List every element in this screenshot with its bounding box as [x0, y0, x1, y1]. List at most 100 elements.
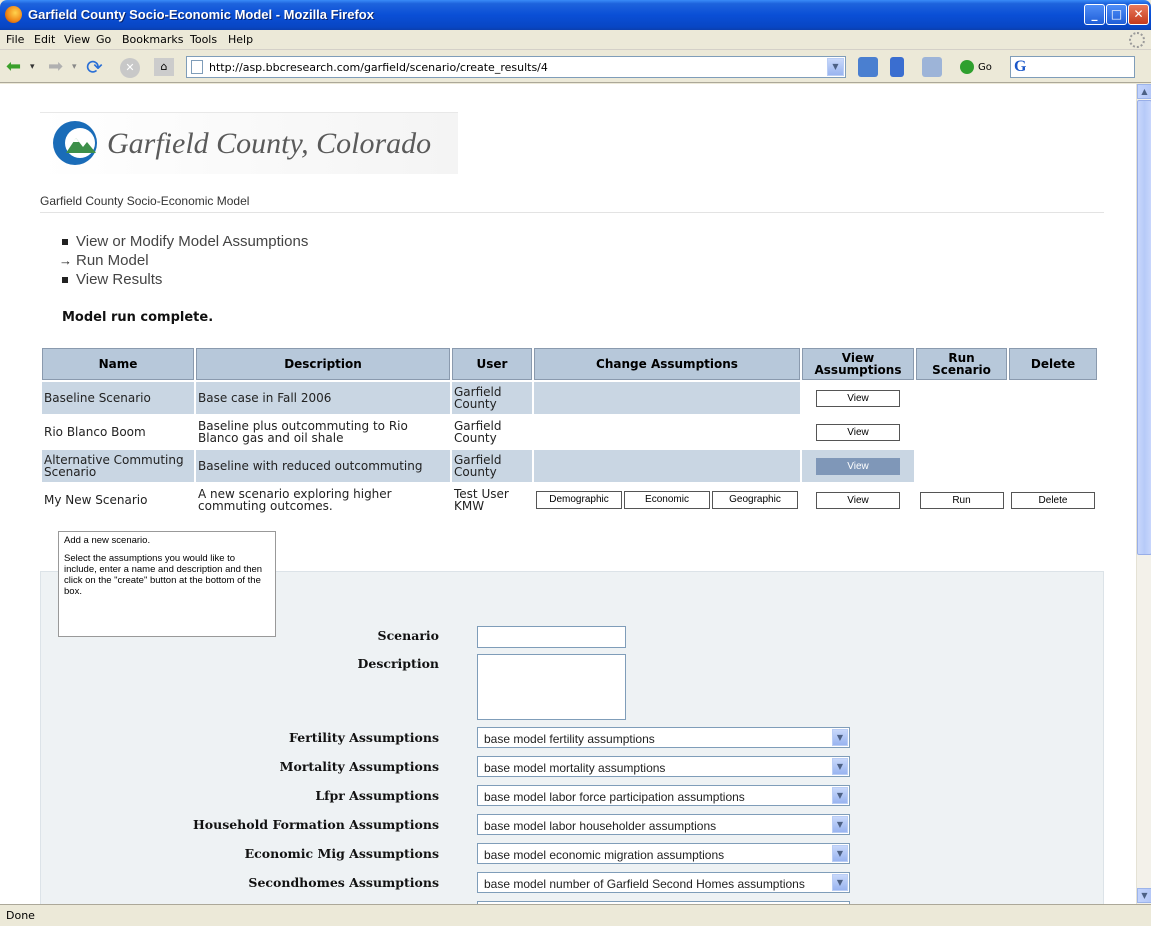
mortality-select[interactable]: base model mortality assumptions ▼ [477, 756, 850, 777]
col-user: User [452, 348, 532, 380]
description-label: Description [357, 656, 439, 671]
url-text: http://asp.bbcresearch.com/garfield/scen… [209, 61, 548, 74]
vertical-scrollbar[interactable]: ▲ ▼ [1136, 84, 1151, 904]
cell-delete: Delete [1009, 484, 1097, 516]
chevron-down-icon: ▼ [832, 874, 848, 891]
delete-button[interactable]: Delete [1011, 491, 1095, 509]
cell-name: Baseline Scenario [42, 382, 194, 414]
divider [40, 212, 1104, 213]
step-label: View or Modify Model Assumptions [76, 233, 309, 250]
demographic-button[interactable]: Demographic [536, 491, 622, 509]
select-value: base model fertility assumptions [484, 732, 655, 746]
cell-user: Test User KMW [454, 487, 509, 513]
table-row: Baseline Scenario Base case in Fall 2006… [42, 382, 1097, 414]
view-button[interactable]: View [816, 423, 900, 441]
description-textarea[interactable] [477, 654, 626, 720]
new-window-icon[interactable] [922, 57, 942, 77]
bookmarks-icon[interactable] [890, 57, 904, 77]
col-name: Name [42, 348, 194, 380]
lfpr-label: Lfpr Assumptions [315, 788, 439, 803]
cell-run [916, 450, 1007, 482]
secondhomes-select[interactable]: base model number of Garfield Second Hom… [477, 872, 850, 893]
chevron-down-icon: ▼ [832, 758, 848, 775]
step-view-results[interactable]: View Results [62, 270, 308, 289]
col-change-assumptions: Change Assumptions [534, 348, 800, 380]
menu-bookmarks[interactable]: Bookmarks [122, 33, 183, 46]
mortality-label: Mortality Assumptions [279, 759, 439, 774]
menu-tools[interactable]: Tools [190, 33, 217, 46]
cell-user: Garfield County [452, 382, 532, 414]
step-run-model[interactable]: → Run Model [59, 251, 308, 270]
logo-text: Garfield County, Colorado [107, 127, 432, 160]
menu-edit[interactable]: Edit [34, 33, 55, 46]
secondhomes-label: Secondhomes Assumptions [248, 875, 439, 890]
county-logo-icon [53, 121, 97, 165]
cell-delete [1009, 382, 1097, 414]
lfpr-select[interactable]: base model labor force participation ass… [477, 785, 850, 806]
arrow-right-icon: → [59, 253, 72, 268]
add-scenario-tooltip: Add a new scenario. Select the assumptio… [58, 531, 276, 637]
site-logo[interactable]: Garfield County, Colorado [40, 112, 458, 174]
scenario-input[interactable] [477, 626, 626, 648]
close-button[interactable]: ✕ [1128, 4, 1149, 25]
firefox-icon [5, 6, 22, 23]
col-delete: Delete [1009, 348, 1097, 380]
scroll-up-icon[interactable]: ▲ [1137, 84, 1151, 99]
menu-go[interactable]: Go [96, 33, 111, 46]
economic-mig-select[interactable]: base model economic migration assumption… [477, 843, 850, 864]
run-button[interactable]: Run [919, 491, 1004, 509]
cell-run [916, 416, 1007, 448]
menu-help[interactable]: Help [228, 33, 253, 46]
household-formation-select[interactable]: base model labor householder assumptions… [477, 814, 850, 835]
menu-file[interactable]: File [6, 33, 24, 46]
minimize-button[interactable]: _ [1084, 4, 1105, 25]
forward-dropdown-icon[interactable]: ▾ [72, 56, 77, 78]
cell-change [534, 416, 800, 448]
fertility-label: Fertility Assumptions [289, 730, 439, 745]
url-dropdown-icon[interactable]: ▼ [827, 58, 844, 76]
cell-view: View [802, 382, 914, 414]
fertility-select[interactable]: base model fertility assumptions ▼ [477, 727, 850, 748]
cell-run [916, 382, 1007, 414]
chevron-down-icon: ▼ [832, 845, 848, 862]
menu-bar: File Edit View Go Bookmarks Tools Help [0, 30, 1151, 50]
search-box[interactable]: G [1010, 56, 1135, 78]
chevron-down-icon: ▼ [832, 816, 848, 833]
maximize-button[interactable]: □ [1106, 4, 1127, 25]
reload-icon[interactable]: ⟳ [86, 56, 103, 78]
go-label[interactable]: Go [978, 62, 992, 73]
view-button[interactable]: View [816, 491, 900, 509]
open-tab-icon[interactable] [858, 57, 878, 77]
cell-change: Demographic Economic Geographic [534, 484, 800, 516]
menu-view[interactable]: View [64, 33, 90, 46]
cell-change [534, 450, 800, 482]
window-title-bar[interactable]: Garfield County Socio-Economic Model - M… [0, 0, 1151, 30]
status-text: Done [6, 909, 35, 922]
scroll-thumb[interactable] [1137, 100, 1151, 555]
cell-user: Garfield County [452, 450, 532, 482]
select-value: base model economic migration assumption… [484, 848, 725, 862]
step-view-modify[interactable]: View or Modify Model Assumptions [62, 232, 308, 251]
home-icon[interactable]: ⌂ [154, 58, 174, 76]
forward-icon[interactable]: ➡ [48, 56, 63, 78]
geographic-button[interactable]: Geographic [712, 491, 798, 509]
select-value: base model labor householder assumptions [484, 819, 717, 833]
status-bar: Done [0, 904, 1151, 926]
go-icon[interactable] [960, 60, 974, 74]
col-view-assumptions: View Assumptions [802, 348, 914, 380]
back-icon[interactable]: ⬅ [6, 56, 21, 78]
url-bar[interactable]: http://asp.bbcresearch.com/garfield/scen… [186, 56, 846, 78]
back-dropdown-icon[interactable]: ▾ [30, 56, 35, 78]
view-button[interactable]: View [816, 457, 900, 475]
select-value: base model mortality assumptions [484, 761, 666, 775]
economic-mig-label: Economic Mig Assumptions [244, 846, 439, 861]
chevron-down-icon: ▼ [832, 729, 848, 746]
stop-icon[interactable]: ✕ [120, 58, 140, 78]
scroll-down-icon[interactable]: ▼ [1137, 888, 1151, 903]
bullet-icon [62, 277, 68, 283]
cell-user: Garfield County [454, 419, 502, 445]
status-message: Model run complete. [62, 310, 214, 325]
cell-view: View [802, 416, 914, 448]
view-button[interactable]: View [816, 389, 900, 407]
economic-button[interactable]: Economic [624, 491, 710, 509]
